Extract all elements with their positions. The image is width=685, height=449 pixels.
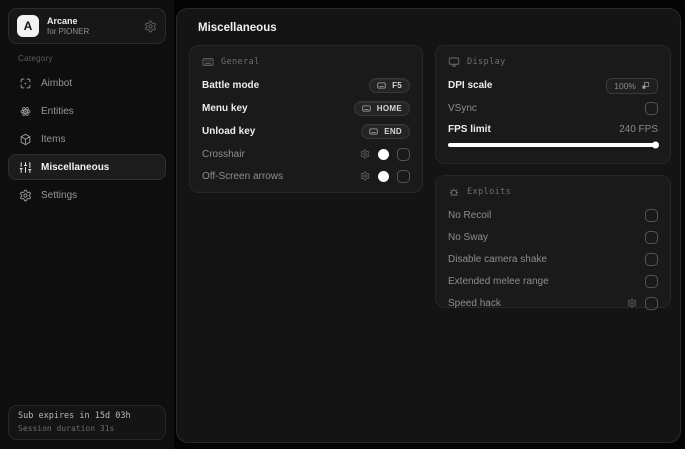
fps-limit-row: FPS limit 240 FPS <box>448 120 658 138</box>
keybind-value: HOME <box>376 104 402 113</box>
exploits-header-label: Exploits <box>467 187 512 197</box>
speed-hack-row: Speed hack <box>448 292 658 314</box>
keybind-value: END <box>384 127 402 136</box>
subscription-card: Sub expires in 15d 03h Session duration … <box>8 405 166 440</box>
display-header-label: Display <box>467 57 506 67</box>
general-header-label: General <box>221 57 260 67</box>
exploits-card: Exploits No Recoil No Sway Disable camer… <box>435 175 671 310</box>
sidebar-item-label: Entities <box>41 105 74 117</box>
unload-key-label: Unload key <box>202 126 256 137</box>
vsync-row: VSync <box>448 97 658 120</box>
extended-melee-range-row: Extended melee range <box>448 270 658 292</box>
general-card-header: General <box>202 54 410 70</box>
crosshair-row: Crosshair <box>202 143 410 165</box>
offscreen-arrows-label: Off-Screen arrows <box>202 170 283 182</box>
app-logo: A <box>17 15 39 37</box>
app-name: Arcane <box>47 15 78 26</box>
battle-mode-row: Battle mode F5 <box>202 74 410 97</box>
display-card: Display DPI scale 100% VSync FPS limit 2… <box>435 45 671 164</box>
battle-mode-keybind[interactable]: F5 <box>369 78 410 93</box>
keybind-value: F5 <box>392 81 402 90</box>
sidebar-item-label: Aimbot <box>41 77 73 89</box>
vsync-checkbox[interactable] <box>645 102 658 115</box>
sidebar-item-label: Items <box>41 133 66 145</box>
extended-melee-range-label: Extended melee range <box>448 275 549 287</box>
extended-melee-range-checkbox[interactable] <box>645 274 658 288</box>
offscreen-arrows-row: Off-Screen arrows <box>202 165 410 187</box>
gear-icon[interactable] <box>360 149 370 159</box>
crosshair-color-swatch[interactable] <box>378 148 389 160</box>
exploits-card-header: Exploits <box>448 184 658 200</box>
offscreen-arrows-checkbox[interactable] <box>397 169 410 183</box>
fps-slider-knob[interactable] <box>652 141 659 149</box>
unload-key-row: Unload key END <box>202 120 410 143</box>
menu-key-row: Menu key HOME <box>202 97 410 120</box>
box-icon <box>19 133 32 146</box>
no-recoil-label: No Recoil <box>448 209 492 221</box>
battle-mode-label: Battle mode <box>202 80 260 91</box>
category-label: Category <box>18 54 53 63</box>
fps-limit-slider[interactable] <box>448 141 659 149</box>
gear-icon <box>19 189 32 202</box>
app-header-card: A Arcane for PIONER <box>8 8 166 44</box>
menu-keybind[interactable]: HOME <box>353 101 410 116</box>
speed-hack-checkbox[interactable] <box>645 296 658 310</box>
crosshair-label: Crosshair <box>202 148 245 160</box>
disable-camera-shake-row: Disable camera shake <box>448 248 658 270</box>
main-panel: Miscellaneous General Battle mode F5 Men… <box>176 8 681 443</box>
gear-icon[interactable] <box>360 171 370 181</box>
page-title: Miscellaneous <box>198 22 277 34</box>
dpi-scale-label: DPI scale <box>448 80 493 91</box>
sidebar-item-label: Settings <box>41 189 78 201</box>
gear-icon[interactable] <box>144 20 157 33</box>
sidebar-item-items[interactable]: Items <box>8 126 166 152</box>
speed-hack-label: Speed hack <box>448 297 501 309</box>
session-duration-text: Session duration 31s <box>18 424 115 433</box>
no-sway-label: No Sway <box>448 231 489 243</box>
sidebar-item-settings[interactable]: Settings <box>8 182 166 208</box>
crosshair-checkbox[interactable] <box>397 147 410 161</box>
no-sway-row: No Sway <box>448 226 658 248</box>
sidebar-item-entities[interactable]: Entities <box>8 98 166 124</box>
sidebar: A Arcane for PIONER Category Aimbot Enti… <box>0 0 174 449</box>
sidebar-item-aimbot[interactable]: Aimbot <box>8 70 166 96</box>
general-card: General Battle mode F5 Menu key HOME Unl… <box>189 45 423 193</box>
sliders-icon <box>19 161 32 174</box>
monitor-icon <box>448 56 460 68</box>
atom-icon <box>19 105 32 118</box>
sidebar-nav: Aimbot Entities Items Miscellaneous Sett… <box>8 70 166 210</box>
dpi-scale-value: 100% <box>614 80 636 91</box>
app-subtitle: for PIONER <box>47 26 90 36</box>
fps-limit-value: 240 FPS <box>619 123 658 135</box>
no-sway-checkbox[interactable] <box>645 230 658 244</box>
key-icon <box>376 81 387 90</box>
bug-icon <box>448 186 460 198</box>
no-recoil-checkbox[interactable] <box>645 208 658 222</box>
fps-limit-label: FPS limit <box>448 123 491 135</box>
dpi-scale-select[interactable]: 100% <box>606 77 658 94</box>
disable-camera-shake-label: Disable camera shake <box>448 253 547 265</box>
key-icon <box>361 104 372 113</box>
sidebar-item-miscellaneous[interactable]: Miscellaneous <box>8 154 166 180</box>
sidebar-item-label: Miscellaneous <box>41 161 110 173</box>
sub-expiry-text: Sub expires in 15d 03h <box>18 411 131 421</box>
display-card-header: Display <box>448 54 658 70</box>
unload-keybind[interactable]: END <box>361 124 410 139</box>
key-icon <box>368 127 379 136</box>
no-recoil-row: No Recoil <box>448 204 658 226</box>
menu-key-label: Menu key <box>202 103 248 114</box>
vsync-label: VSync <box>448 103 477 114</box>
disable-camera-shake-checkbox[interactable] <box>645 252 658 266</box>
gear-icon[interactable] <box>627 298 637 308</box>
app-names: Arcane for PIONER <box>47 16 136 36</box>
scale-icon <box>641 81 650 90</box>
offscreen-arrows-color-swatch[interactable] <box>378 170 389 182</box>
app-logo-letter: A <box>23 19 33 33</box>
crosshair-scan-icon <box>19 77 32 90</box>
dpi-scale-row: DPI scale 100% <box>448 74 658 97</box>
fps-slider-fill <box>448 143 658 147</box>
keyboard-icon <box>202 56 214 68</box>
